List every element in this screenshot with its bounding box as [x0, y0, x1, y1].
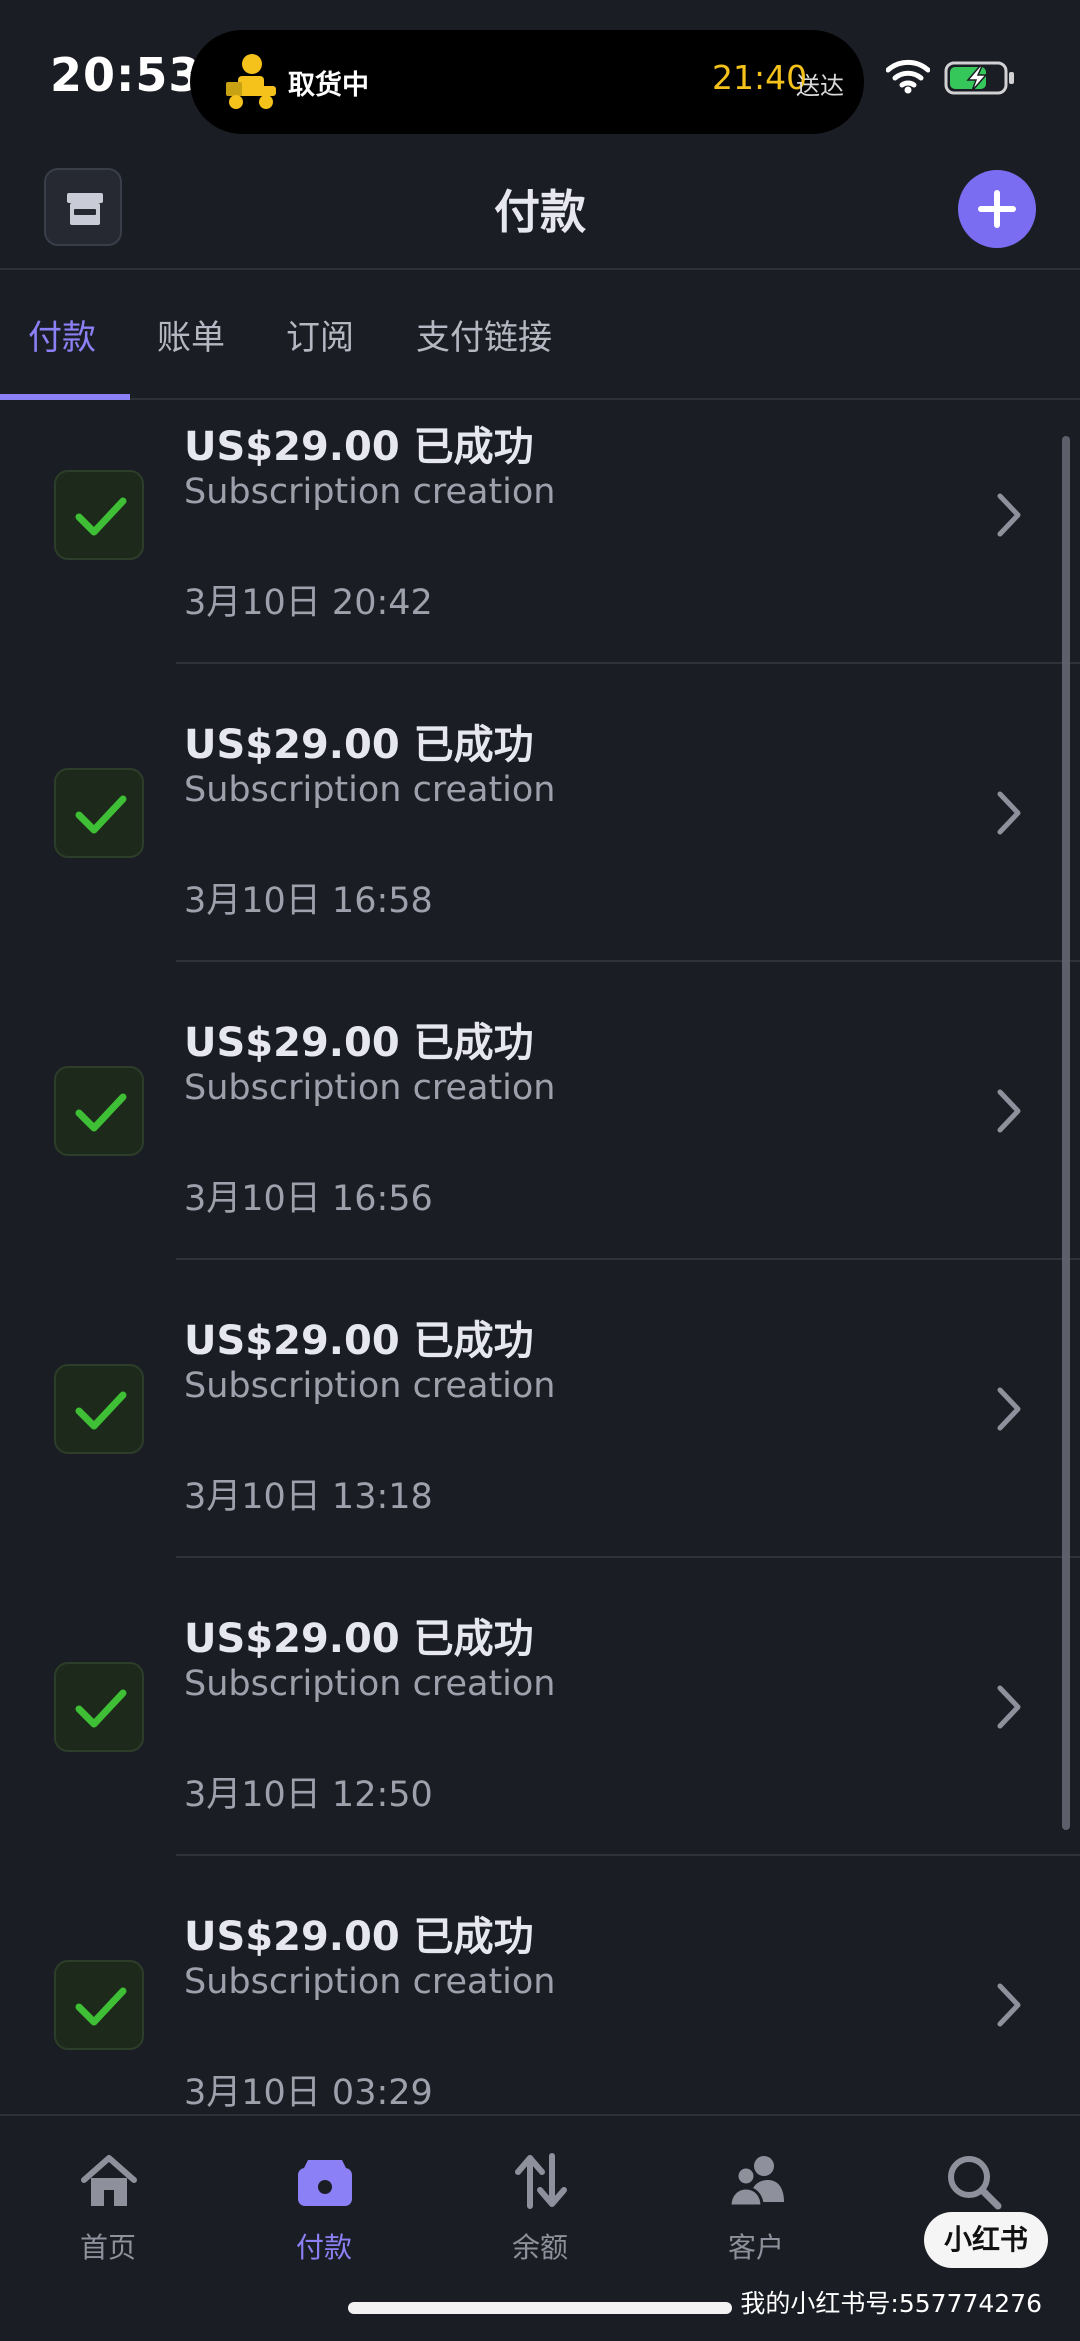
payment-time: 3月10日 03:29 [184, 2073, 433, 2113]
dynamic-island[interactable]: 取货中 21:40 送达 [190, 30, 864, 134]
header: 付款 [0, 150, 1080, 270]
watermark-badge: 小红书 [924, 2212, 1048, 2268]
status-time: 20:53 [50, 48, 202, 102]
courier-icon [226, 54, 276, 109]
scrollbar[interactable] [1062, 436, 1070, 1830]
home-icon [81, 2155, 137, 2206]
success-check-icon [54, 1960, 144, 2050]
delivery-status: 取货中 [288, 70, 369, 101]
battery-icon [944, 61, 1014, 95]
wifi-icon [886, 59, 930, 94]
search-icon [948, 2156, 1002, 2210]
payment-row[interactable]: US$29.00 已成功 Subscription creation 3月10日… [0, 682, 1080, 980]
payment-description: Subscription creation [184, 1068, 556, 1108]
payment-description: Subscription creation [184, 1664, 556, 1704]
active-tab-indicator [0, 394, 130, 400]
payment-time: 3月10日 13:18 [184, 1477, 433, 1517]
tab-payment-links[interactable]: 支付链接 [416, 310, 552, 359]
chevron-right-icon [997, 791, 1021, 835]
payment-time: 3月10日 16:56 [184, 1179, 433, 1219]
payment-time: 3月10日 12:50 [184, 1775, 433, 1815]
payment-time: 3月10日 20:42 [184, 583, 433, 623]
chevron-right-icon [997, 1983, 1021, 2027]
payment-description: Subscription creation [184, 1366, 556, 1406]
success-check-icon [54, 1066, 144, 1156]
chevron-right-icon [997, 493, 1021, 537]
success-check-icon [54, 1662, 144, 1752]
tab-invoices[interactable]: 账单 [157, 310, 225, 359]
payment-description: Subscription creation [184, 1962, 556, 2002]
nav-label: 首页 [79, 2231, 136, 2264]
add-button[interactable] [958, 170, 1036, 248]
payment-amount: US$29.00 已成功 [184, 424, 534, 470]
nav-label: 余额 [511, 2231, 568, 2264]
nav-customers[interactable]: 客户 [676, 2134, 836, 2264]
payment-amount: US$29.00 已成功 [184, 722, 534, 768]
payment-description: Subscription creation [184, 770, 556, 810]
payment-amount: US$29.00 已成功 [184, 1020, 534, 1066]
row-divider [176, 662, 1080, 664]
payment-amount: US$29.00 已成功 [184, 1616, 534, 1662]
payment-time: 3月10日 16:58 [184, 881, 433, 921]
nav-label: 付款 [295, 2231, 352, 2264]
chevron-right-icon [997, 1089, 1021, 1133]
payment-amount: US$29.00 已成功 [184, 1914, 534, 1960]
payment-description: Subscription creation [184, 472, 556, 512]
nav-balance[interactable]: 余额 [460, 2134, 620, 2264]
tab-bar: 付款 账单 订阅 支付链接 [0, 272, 1080, 400]
payment-row[interactable]: US$29.00 已成功 Subscription creation 3月10日… [0, 1278, 1080, 1576]
success-check-icon [54, 470, 144, 560]
payment-row[interactable]: US$29.00 已成功 Subscription creation 3月10日… [0, 1874, 1080, 2114]
nav-home[interactable]: 首页 [28, 2134, 188, 2264]
payment-row[interactable]: US$29.00 已成功 Subscription creation 3月10日… [0, 980, 1080, 1278]
payment-list[interactable]: US$29.00 已成功 Subscription creation 3月10日… [0, 402, 1080, 2114]
payment-row[interactable]: US$29.00 已成功 Subscription creation 3月10日… [0, 1576, 1080, 1874]
row-divider [176, 1854, 1080, 1856]
payment-row[interactable]: US$29.00 已成功 Subscription creation 3月10日… [0, 402, 1080, 682]
customers-icon [728, 2156, 784, 2208]
tab-payments[interactable]: 付款 [28, 310, 96, 359]
status-bar: 20:53 取货中 21:40 送达 [0, 0, 1080, 150]
row-divider [176, 1258, 1080, 1260]
delivery-eta-time: 21:40 [712, 58, 808, 97]
chevron-right-icon [997, 1387, 1021, 1431]
home-indicator[interactable] [348, 2302, 732, 2314]
app-screen: 20:53 取货中 21:40 送达 付款 付款 账单 订阅 支付链接 US$2… [0, 0, 1080, 2341]
delivery-eta-label: 送达 [796, 72, 844, 100]
chevron-right-icon [997, 1685, 1021, 1729]
transfer-arrows-icon [515, 2153, 567, 2209]
success-check-icon [54, 768, 144, 858]
nav-payments[interactable]: 付款 [244, 2134, 404, 2264]
payment-amount: US$29.00 已成功 [184, 1318, 534, 1364]
tab-subscriptions[interactable]: 订阅 [286, 310, 354, 359]
watermark-id: 我的小红书号:557774276 [740, 2289, 1042, 2318]
row-divider [176, 1556, 1080, 1558]
row-divider [176, 960, 1080, 962]
nav-label: 客户 [727, 2231, 784, 2264]
wallet-icon [298, 2160, 352, 2206]
success-check-icon [54, 1364, 144, 1454]
page-title: 付款 [494, 185, 586, 239]
